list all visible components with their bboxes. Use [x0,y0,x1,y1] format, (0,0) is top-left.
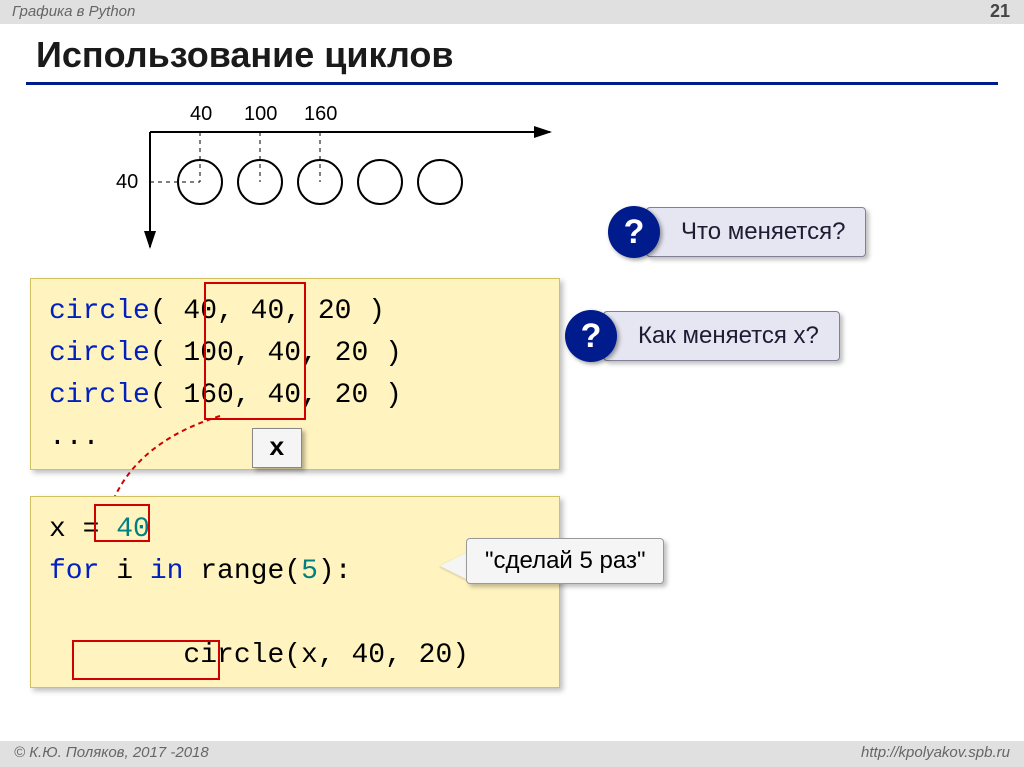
page-number: 21 [990,1,1010,22]
hint-callout: "сделай 5 раз" [466,538,664,584]
question-1-text: Что меняется? [646,207,866,257]
code2-l2a: for [49,556,99,587]
question-mark-icon: ? [565,310,617,362]
x-tick-160: 160 [304,103,337,125]
question-2-text: Как меняется x? [603,311,840,361]
code1-l2-fn: circle [49,338,150,369]
y-tick-40: 40 [116,171,138,193]
code2-l2c: in [150,556,184,587]
code1-l3-fn: circle [49,380,150,411]
code1-l4: ... [49,422,99,453]
slide: Графика в Python 21 Использование циклов [0,0,1024,767]
footer: © К.Ю. Поляков, 2017 -2018 http://kpolya… [0,741,1024,767]
question-2: ? Как меняется x? [565,310,840,362]
question-mark-icon: ? [608,206,660,258]
title-underline [26,82,998,85]
footer-url: http://kpolyakov.spb.ru [861,744,1010,764]
x-tick-100: 100 [244,103,277,125]
code1-l1-fn: circle [49,296,150,327]
code2-l2b: i [99,556,149,587]
header-bar: Графика в Python 21 [0,0,1024,24]
question-1: ? Что меняется? [608,206,866,258]
code2-l2f: ): [318,556,352,587]
header-topic: Графика в Python [12,3,135,20]
slide-title: Использование циклов [36,34,454,76]
red-outline-x-column [204,282,306,420]
x-variable-label: x [252,428,302,468]
code2-l2d: range( [183,556,301,587]
circles-diagram: 40 100 160 40 [110,92,570,252]
red-outline-init [94,504,150,542]
footer-copyright: © К.Ю. Поляков, 2017 -2018 [14,744,209,764]
red-outline-increment [72,640,220,680]
code2-l2e: 5 [301,556,318,587]
callout-tail-icon [440,552,468,580]
x-tick-40: 40 [190,103,212,125]
